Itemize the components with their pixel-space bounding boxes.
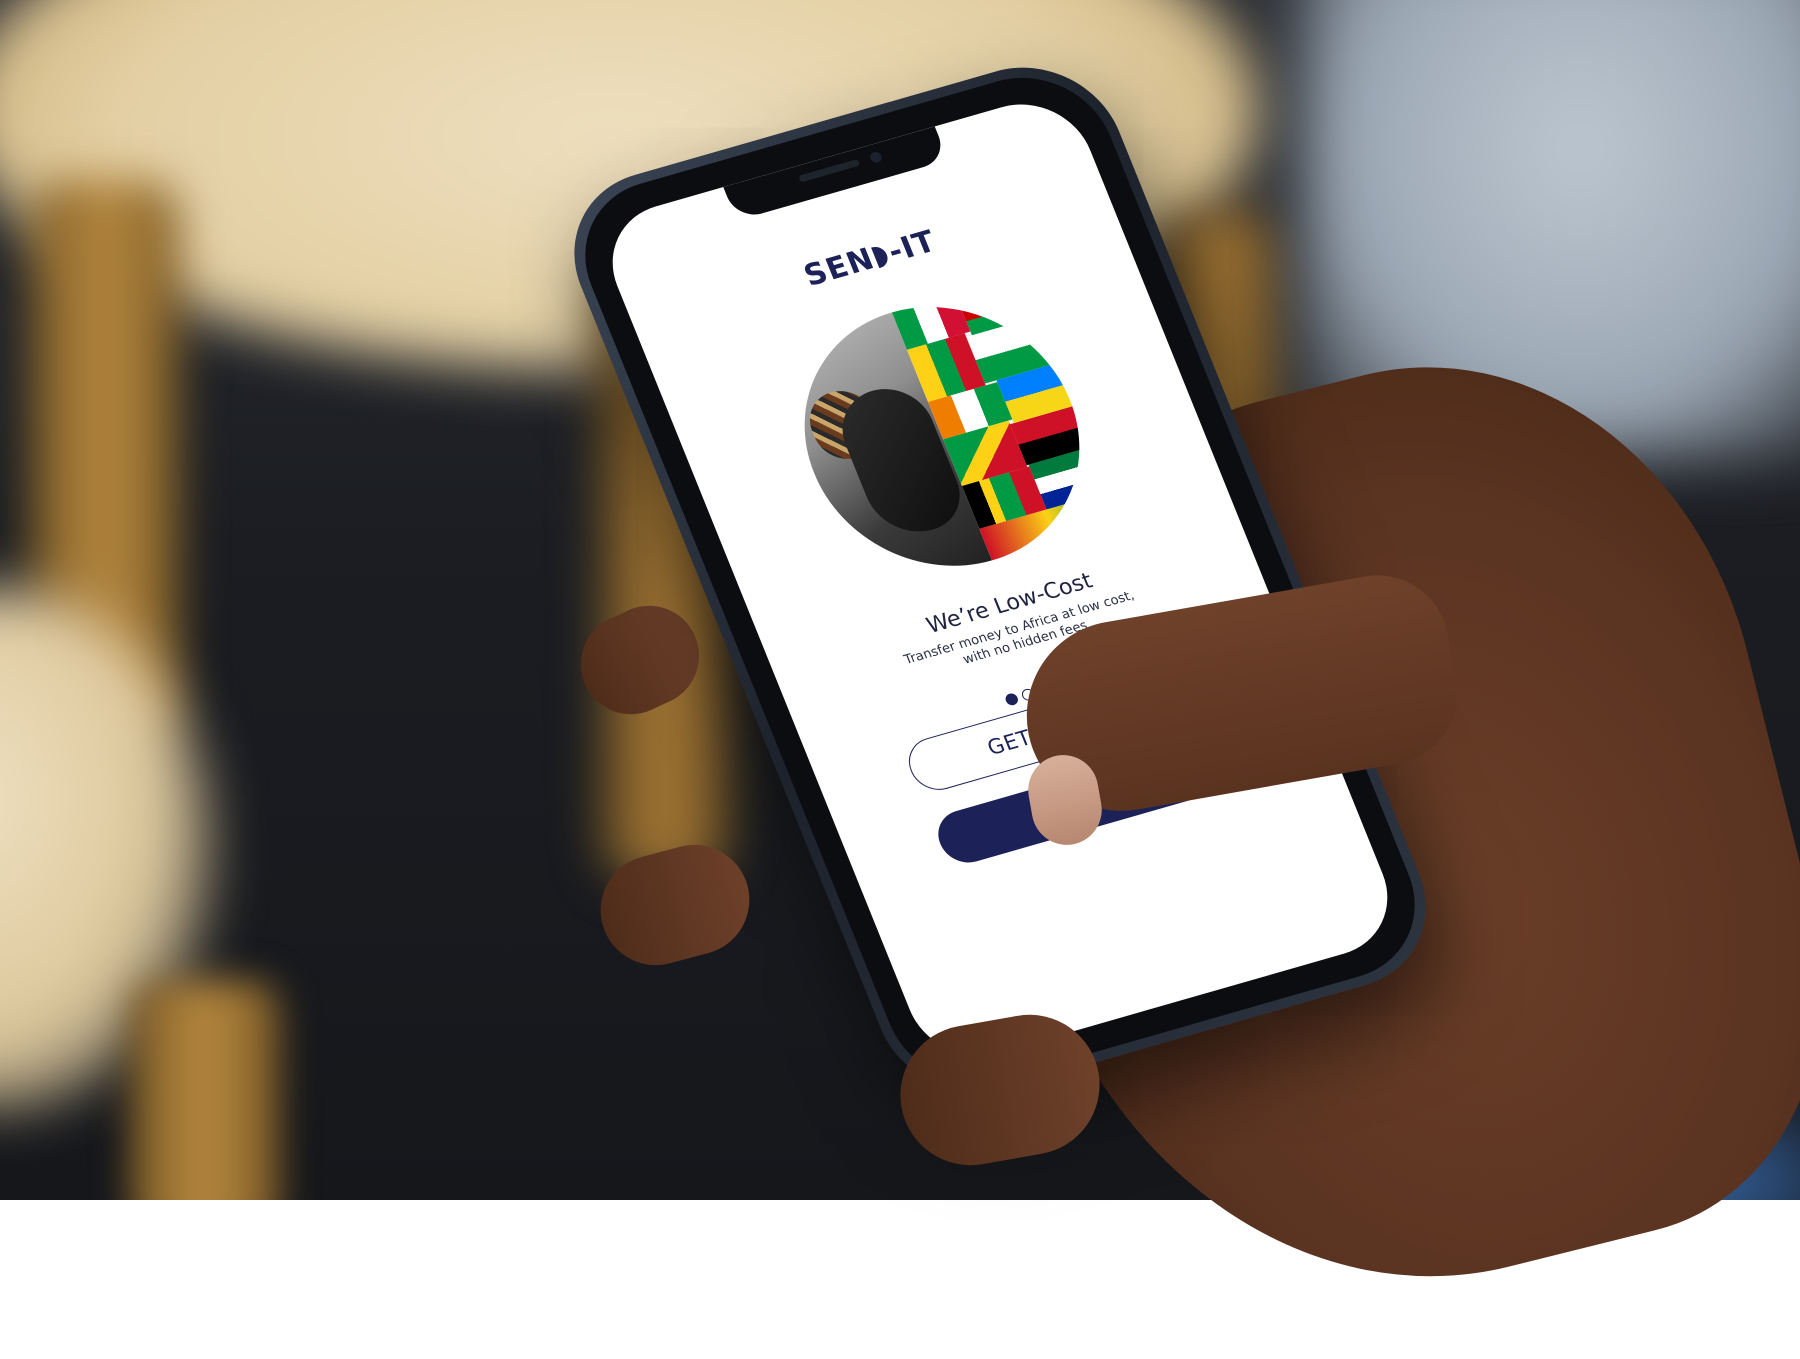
logo-text-left: SEN	[799, 241, 880, 294]
page-dot-active[interactable]	[1003, 692, 1020, 707]
hero-image	[764, 275, 1120, 598]
logo-text-right: -IT	[882, 224, 942, 270]
app-logo: SEN -IT	[799, 224, 941, 294]
blurred-stool-leg	[130, 980, 280, 1200]
